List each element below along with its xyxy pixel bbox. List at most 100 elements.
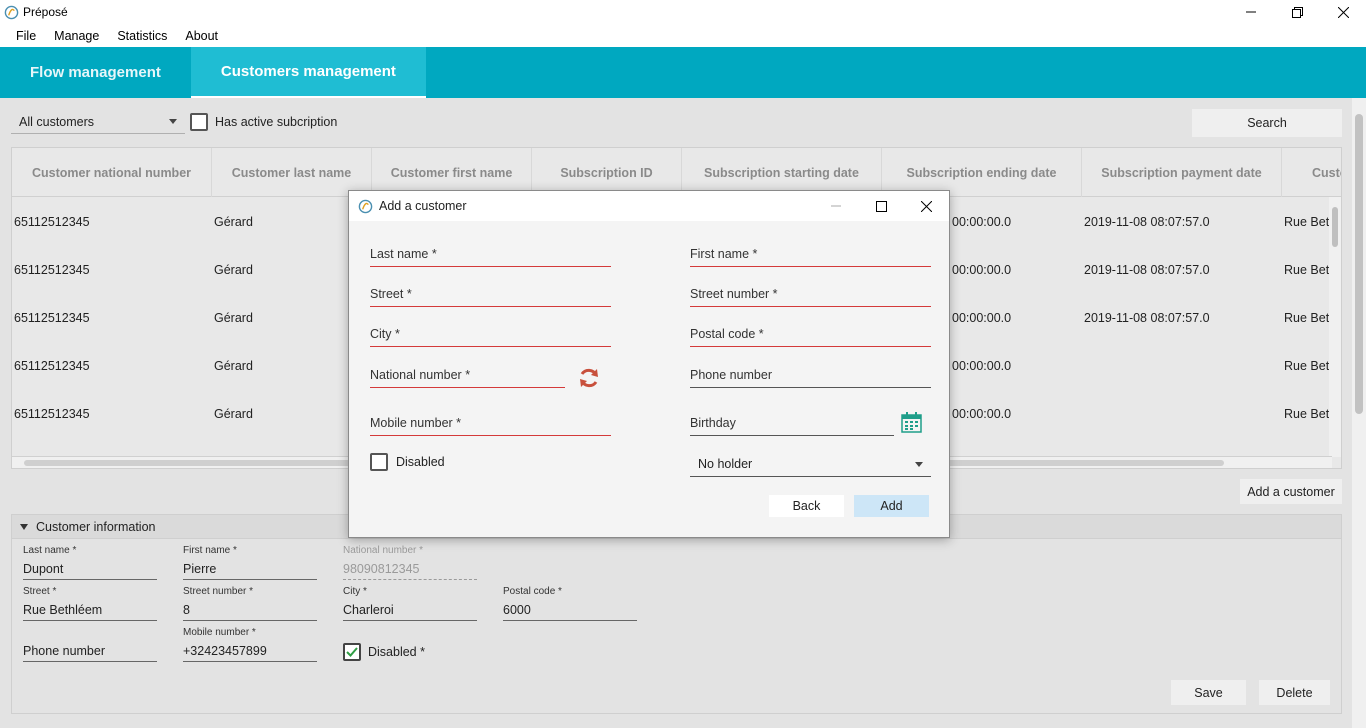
phone-number-field[interactable]: Phone number bbox=[23, 627, 157, 662]
dialog-phone-number-input[interactable]: Phone number bbox=[690, 364, 931, 388]
dialog-street-input[interactable]: Street * bbox=[370, 283, 611, 307]
cell-ending-date: 00:00:00.0 bbox=[952, 311, 1012, 325]
disabled-checkbox-row[interactable]: Disabled * bbox=[343, 643, 425, 661]
field-value: 98090812345 bbox=[343, 558, 477, 580]
minimize-icon bbox=[1246, 11, 1256, 13]
cell-last-name: Gérard bbox=[214, 215, 253, 229]
city-field[interactable]: City * Charleroi bbox=[343, 586, 477, 621]
checkmark-icon bbox=[346, 647, 358, 657]
column-header[interactable]: Customer national number bbox=[12, 148, 212, 197]
column-header[interactable]: Subscription payment date bbox=[1082, 148, 1282, 197]
menu-about[interactable]: About bbox=[176, 29, 227, 43]
dialog-back-button[interactable]: Back bbox=[769, 495, 844, 517]
refresh-icon[interactable] bbox=[577, 366, 601, 390]
cell-ending-date: 00:00:00.0 bbox=[952, 215, 1012, 229]
customer-information-panel: Customer information Last name * Dupont … bbox=[11, 514, 1342, 714]
dialog-holder-select[interactable]: No holder bbox=[690, 452, 931, 477]
tab-customers-management[interactable]: Customers management bbox=[190, 47, 426, 98]
dialog-national-number-input[interactable]: National number * bbox=[370, 364, 565, 388]
app-logo-icon bbox=[358, 199, 373, 213]
field-value[interactable]: Phone number bbox=[23, 640, 157, 662]
cell-national-number: 65112512345 bbox=[14, 263, 90, 277]
dialog-maximize-button[interactable] bbox=[858, 191, 904, 221]
customer-filter-value: All customers bbox=[19, 114, 95, 129]
page-vertical-scrollbar[interactable] bbox=[1352, 98, 1366, 728]
field-label: Mobile number * bbox=[183, 627, 256, 638]
dialog-close-button[interactable] bbox=[903, 191, 949, 221]
tab-flow-management[interactable]: Flow management bbox=[0, 47, 191, 98]
dialog-titlebar: Add a customer bbox=[349, 191, 949, 221]
mobile-number-field[interactable]: Mobile number * +32423457899 bbox=[183, 627, 317, 662]
field-value[interactable]: 8 bbox=[183, 599, 317, 621]
field-value[interactable]: Charleroi bbox=[343, 599, 477, 621]
cell-ending-date: 00:00:00.0 bbox=[952, 263, 1012, 277]
cell-national-number: 65112512345 bbox=[14, 407, 90, 421]
field-label: City * bbox=[343, 586, 367, 597]
scroll-thumb[interactable] bbox=[1332, 207, 1338, 247]
dialog-minimize-button[interactable] bbox=[813, 191, 859, 221]
last-name-field[interactable]: Last name * Dupont bbox=[23, 545, 157, 580]
customer-filter-select[interactable]: All customers bbox=[11, 110, 185, 134]
disabled-checkbox[interactable] bbox=[343, 643, 361, 661]
chevron-down-icon bbox=[915, 462, 923, 467]
field-label: Postal code * bbox=[503, 586, 562, 597]
minimize-icon bbox=[831, 205, 841, 207]
table-vertical-scrollbar[interactable] bbox=[1329, 197, 1341, 457]
field-label bbox=[23, 627, 157, 640]
app-logo-icon bbox=[4, 5, 19, 19]
cell-national-number: 65112512345 bbox=[14, 311, 90, 325]
field-label: National number * bbox=[343, 545, 424, 556]
dialog-postal-code-input[interactable]: Postal code * bbox=[690, 323, 931, 347]
field-value[interactable]: Pierre bbox=[183, 558, 317, 580]
menu-file[interactable]: File bbox=[7, 29, 45, 43]
active-subscription-checkbox[interactable] bbox=[190, 113, 208, 131]
field-label: Street number * bbox=[183, 586, 254, 597]
dialog-first-name-input[interactable]: First name * bbox=[690, 243, 931, 267]
dialog-birthday-input[interactable]: Birthday bbox=[690, 412, 894, 436]
search-button[interactable]: Search bbox=[1192, 109, 1342, 137]
maximize-button[interactable] bbox=[1274, 0, 1320, 24]
dialog-mobile-number-input[interactable]: Mobile number * bbox=[370, 412, 611, 436]
calendar-icon[interactable] bbox=[901, 412, 922, 433]
postal-code-field[interactable]: Postal code * 6000 bbox=[503, 586, 637, 621]
field-value[interactable]: 6000 bbox=[503, 599, 637, 621]
field-label: Last name * bbox=[23, 545, 77, 556]
cell-national-number: 65112512345 bbox=[14, 215, 90, 229]
national-number-field: National number * 98090812345 bbox=[343, 545, 477, 580]
field-value[interactable]: Dupont bbox=[23, 558, 157, 580]
scroll-thumb[interactable] bbox=[1355, 114, 1363, 414]
cell-last-name: Gérard bbox=[214, 407, 253, 421]
dialog-add-button[interactable]: Add bbox=[854, 495, 929, 517]
field-value[interactable]: +32423457899 bbox=[183, 640, 317, 662]
field-label: First name * bbox=[183, 545, 237, 556]
menu-manage[interactable]: Manage bbox=[45, 29, 108, 43]
close-button[interactable] bbox=[1320, 0, 1366, 24]
maximize-icon bbox=[875, 200, 887, 212]
minimize-button[interactable] bbox=[1228, 0, 1274, 24]
street-number-field[interactable]: Street number * 8 bbox=[183, 586, 317, 621]
delete-button[interactable]: Delete bbox=[1259, 680, 1330, 705]
add-customer-dialog: Add a customer Last name * First name * … bbox=[348, 190, 950, 538]
close-icon bbox=[920, 200, 932, 212]
first-name-field[interactable]: First name * Pierre bbox=[183, 545, 317, 580]
dialog-title: Add a customer bbox=[379, 199, 467, 213]
dialog-city-input[interactable]: City * bbox=[370, 323, 611, 347]
collapse-triangle-icon bbox=[20, 523, 28, 530]
cell-last-name: Gérard bbox=[214, 359, 253, 373]
active-subscription-filter[interactable]: Has active subcription bbox=[190, 113, 337, 131]
column-header[interactable]: Custo bbox=[1282, 148, 1341, 197]
cell-payment-date: 2019-11-08 08:07:57.0 bbox=[1084, 311, 1210, 325]
street-field[interactable]: Street * Rue Bethléem bbox=[23, 586, 157, 621]
field-value[interactable]: Rue Bethléem bbox=[23, 599, 157, 621]
add-customer-button[interactable]: Add a customer bbox=[1240, 479, 1342, 504]
dialog-disabled-checkbox[interactable] bbox=[370, 453, 388, 471]
dialog-street-number-input[interactable]: Street number * bbox=[690, 283, 931, 307]
menu-bar: File Manage Statistics About bbox=[0, 24, 1366, 47]
active-subscription-label: Has active subcription bbox=[215, 115, 338, 129]
save-button[interactable]: Save bbox=[1171, 680, 1246, 705]
panel-title: Customer information bbox=[36, 519, 156, 534]
dialog-last-name-input[interactable]: Last name * bbox=[370, 243, 611, 267]
dialog-disabled-checkbox-row[interactable]: Disabled bbox=[370, 453, 445, 471]
menu-statistics[interactable]: Statistics bbox=[108, 29, 176, 43]
main-tabs: Flow management Customers management bbox=[0, 47, 1366, 98]
